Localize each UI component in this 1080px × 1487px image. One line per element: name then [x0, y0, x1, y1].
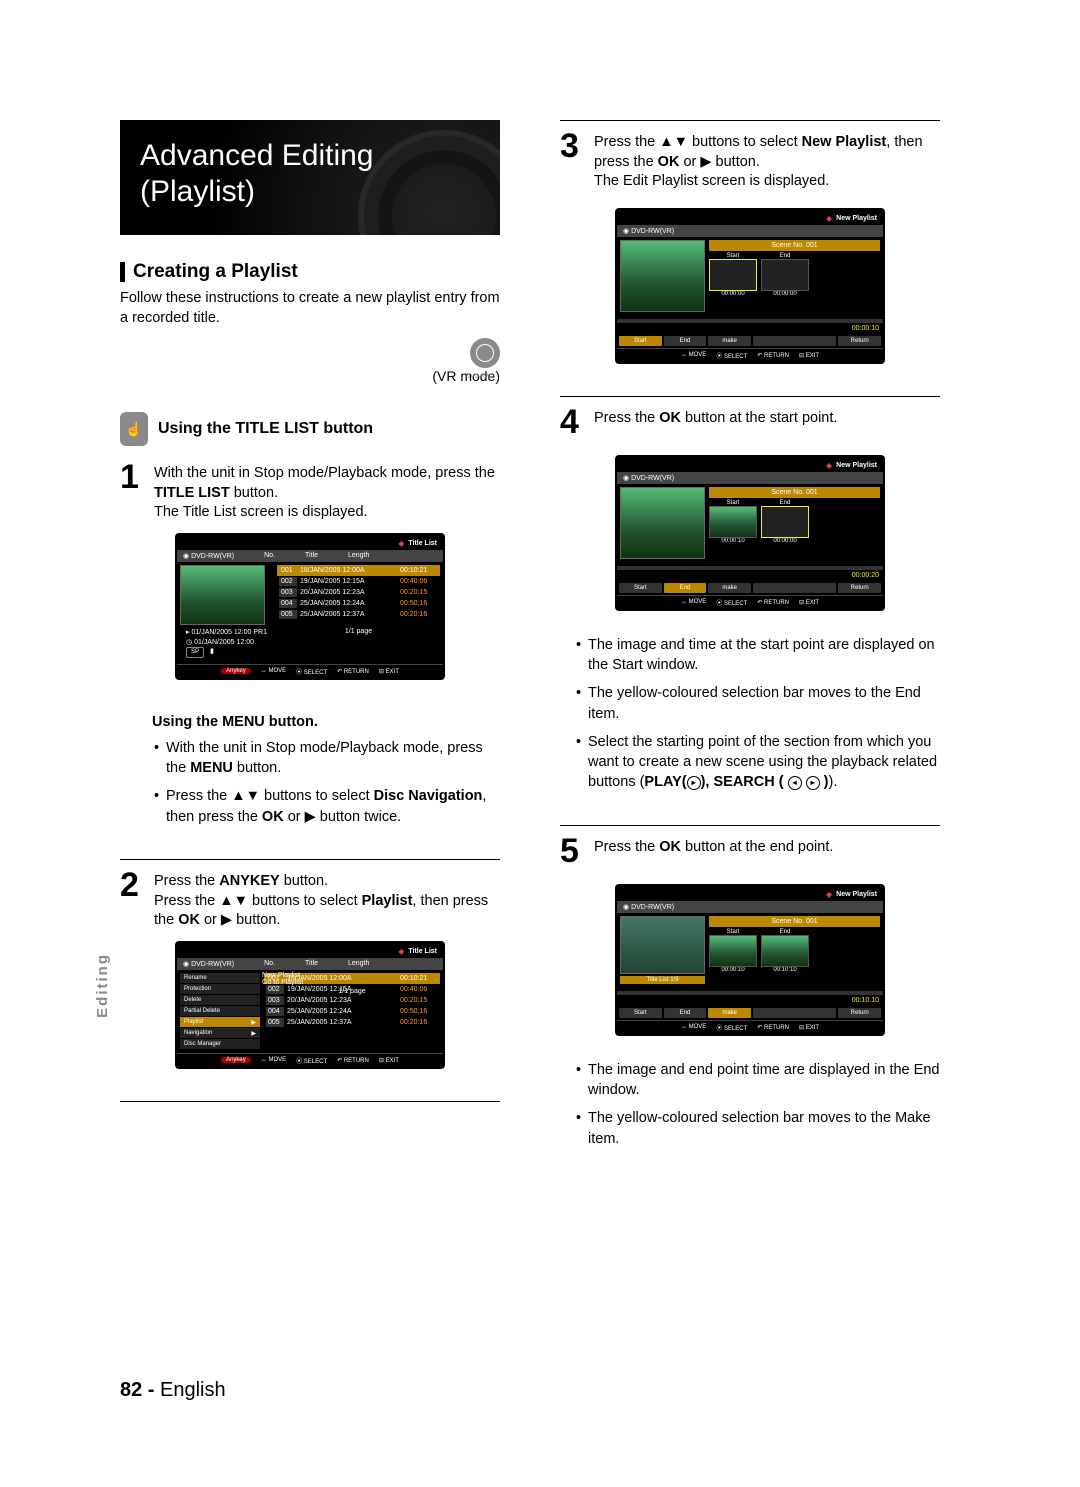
step-body: Press the ▲▼ buttons to select New Playl… [594, 129, 940, 192]
step-3: 3 Press the ▲▼ buttons to select New Pla… [560, 129, 940, 192]
divider [560, 396, 940, 397]
side-tab-label: Editing [94, 953, 111, 1018]
step-number: 1 [120, 460, 144, 523]
tv-screenshot-new-playlist-1: ◆New Playlist ◉ DVD-RW(VR) Scene No. 001… [615, 208, 885, 364]
divider [120, 859, 500, 860]
hand-icon: ☝ [120, 412, 148, 446]
step-number: 2 [120, 868, 144, 931]
section-title: Creating a Playlist [133, 261, 298, 283]
section-heading: Creating a Playlist [120, 261, 500, 283]
mode-row: (VR mode) [120, 338, 500, 384]
menu-sub-title: Using the MENU button. [120, 714, 500, 730]
hero-title: Advanced Editing (Playlist) [140, 138, 480, 210]
divider [120, 1101, 500, 1102]
page-footer: 82 - English [120, 1379, 226, 1402]
step5-bullets: The image and end point time are display… [560, 1060, 940, 1149]
step-4: 4 Press the OK button at the start point… [560, 405, 940, 439]
subheading-row: ☝ Using the TITLE LIST button [120, 412, 500, 446]
step-1: 1 With the unit in Stop mode/Playback mo… [120, 460, 500, 523]
hero-banner: Advanced Editing (Playlist) [120, 120, 500, 235]
step-2: 2 Press the ANYKEY button. Press the ▲▼ … [120, 868, 500, 931]
tv-screenshot-anykey-menu: ◆Title List ◉ DVD-RW(VR)No.TitleLength R… [175, 941, 445, 1069]
step4-bullets: The image and time at the start point ar… [560, 635, 940, 793]
divider [560, 120, 940, 121]
search-back-icon: ◂ [788, 776, 802, 790]
step-5: 5 Press the OK button at the end point. [560, 834, 940, 868]
play-icon: ▸ [687, 776, 701, 790]
menu-bullets: With the unit in Stop mode/Playback mode… [120, 738, 500, 827]
step-number: 5 [560, 834, 584, 868]
search-fwd-icon: ▸ [806, 776, 820, 790]
subheading-title: Using the TITLE LIST button [158, 420, 373, 438]
step-number: 4 [560, 405, 584, 439]
step-body: Press the OK button at the start point. [594, 405, 940, 439]
step-body: Press the OK button at the end point. [594, 834, 940, 868]
dvd-rw-icon [470, 338, 500, 368]
tv-screenshot-title-list: ◆Title List ◉ DVD-RW(VR)No.TitleLength ▸… [175, 533, 445, 680]
heading-bar-icon [120, 262, 125, 282]
tv-screenshot-new-playlist-3: ◆New Playlist ◉ DVD-RW(VR) Title List 1/… [615, 884, 885, 1036]
divider [560, 825, 940, 826]
step-number: 3 [560, 129, 584, 192]
section-intro: Follow these instructions to create a ne… [120, 289, 500, 328]
step-body: Press the ANYKEY button. Press the ▲▼ bu… [154, 868, 500, 931]
tv-screenshot-new-playlist-2: ◆New Playlist ◉ DVD-RW(VR) Scene No. 001… [615, 455, 885, 611]
step-body: With the unit in Stop mode/Playback mode… [154, 460, 500, 523]
